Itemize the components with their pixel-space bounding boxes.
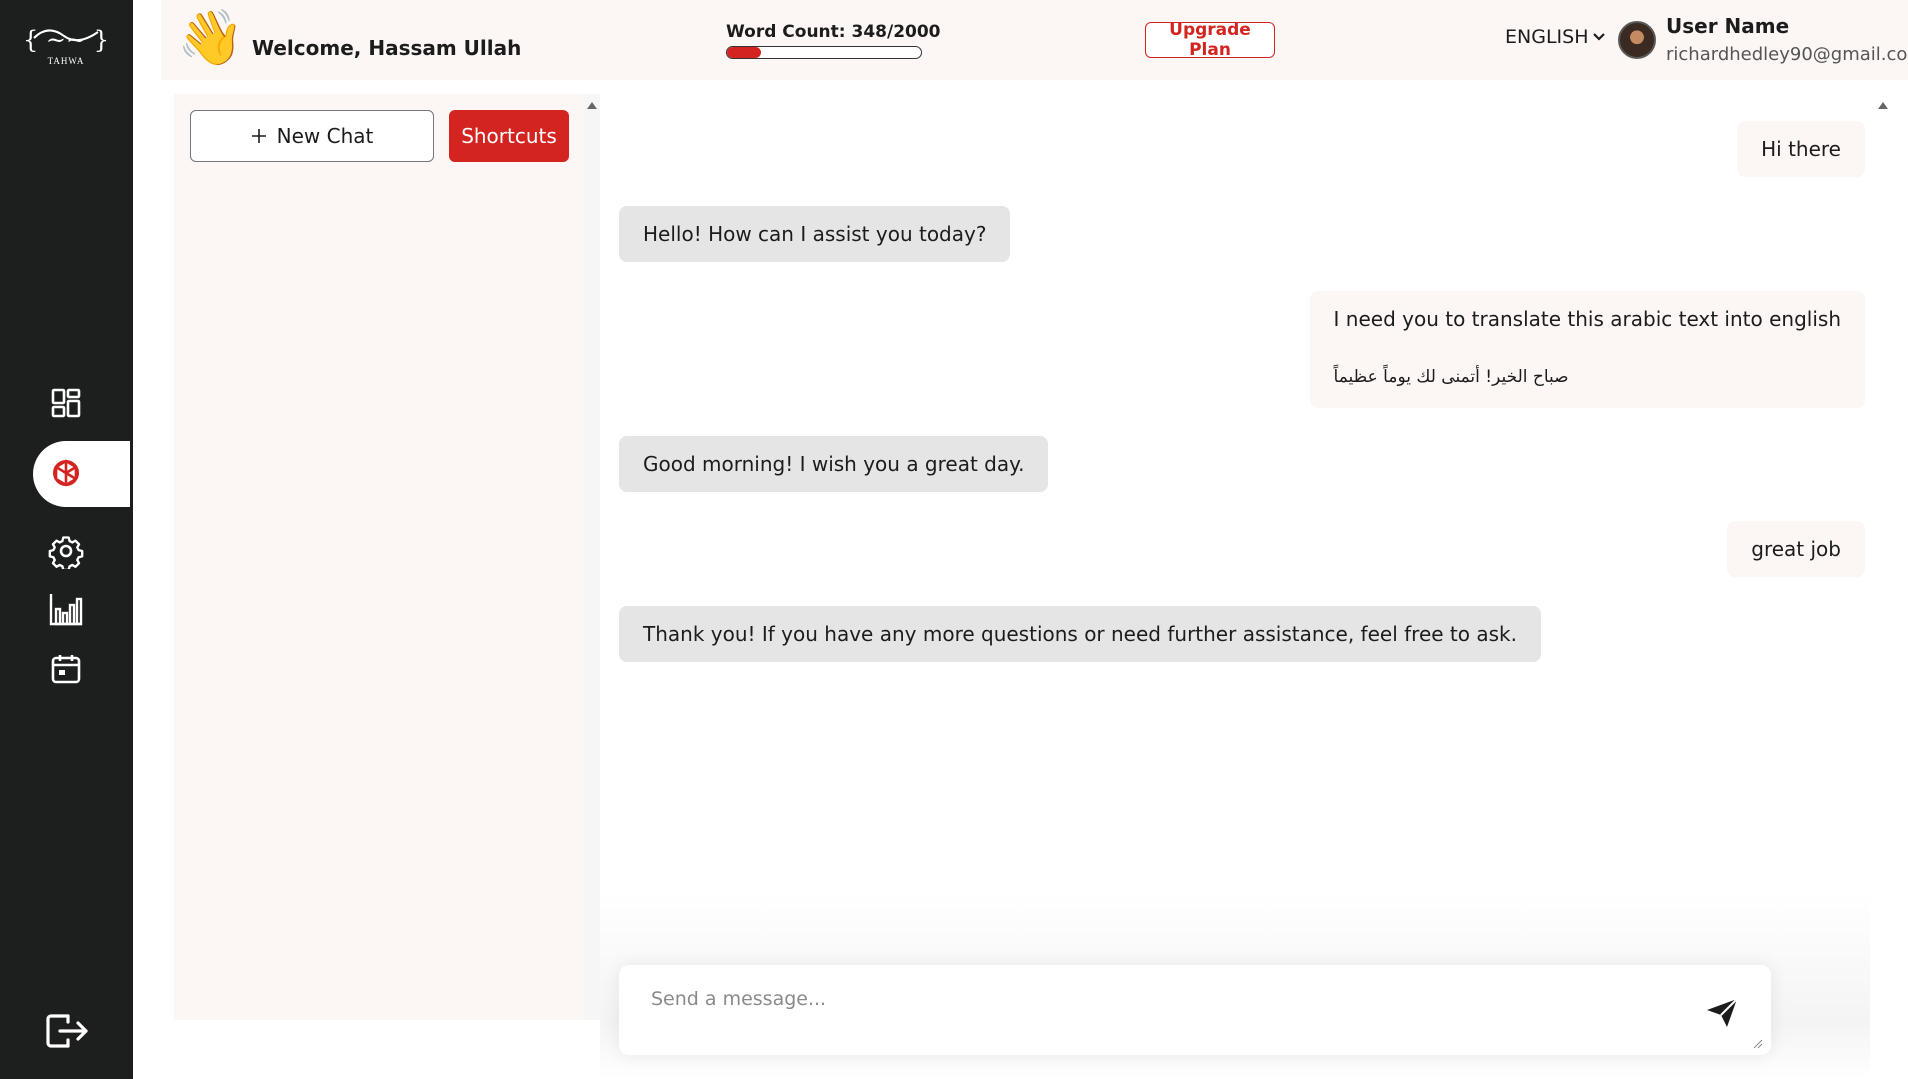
messages-scroll-up-icon[interactable] (1878, 102, 1888, 109)
welcome-text: Welcome, Hassam Ullah (252, 36, 522, 60)
language-select[interactable]: ENGLISH (1505, 26, 1606, 48)
chat-history-panel: New Chat Shortcuts (174, 94, 584, 1020)
user-avatar[interactable] (1618, 21, 1656, 59)
message-text: great job (1751, 537, 1841, 561)
message-input[interactable] (649, 979, 1689, 1019)
message-text: I need you to translate this arabic text… (1333, 307, 1841, 331)
user-message: Hi there (1737, 121, 1865, 177)
top-header: 👋 Welcome, Hassam Ullah Word Count: 348/… (161, 0, 1908, 80)
nav-chat[interactable] (44, 452, 88, 496)
word-count-progress-fill (727, 47, 761, 58)
shortcuts-button[interactable]: Shortcuts (449, 110, 569, 162)
new-chat-button[interactable]: New Chat (190, 110, 434, 162)
message-text: Thank you! If you have any more question… (643, 622, 1517, 646)
chevron-down-icon (1593, 33, 1606, 41)
dashboard-grid-icon (51, 388, 81, 418)
word-count-progress-bar (726, 46, 922, 59)
message-text: Hello! How can I assist you today? (643, 222, 987, 246)
language-label: ENGLISH (1505, 26, 1589, 48)
plus-icon (251, 129, 266, 143)
user-email: richardhedley90@gmail.com (1666, 44, 1908, 65)
logout-button[interactable] (42, 1008, 92, 1054)
upgrade-plan-button[interactable]: Upgrade Plan (1145, 20, 1275, 60)
logout-icon (46, 1014, 88, 1048)
user-message: great job (1727, 521, 1865, 577)
logo-text: TAHWA (47, 56, 85, 66)
nav-analytics[interactable] (44, 587, 88, 631)
send-button[interactable] (1702, 995, 1742, 1031)
message-arabic-text: صباح الخير! أتمنى لك يوماً عظيماً (1333, 367, 1569, 387)
gear-icon (48, 536, 84, 569)
nav-dashboard[interactable] (44, 381, 88, 425)
sidebar: { ~~ } TAHWA (0, 0, 133, 1079)
app-logo[interactable]: { ~~ } TAHWA (20, 20, 112, 70)
bot-message: Good morning! I wish you a great day. (619, 436, 1049, 492)
nav-calendar[interactable] (44, 647, 88, 691)
logo-mark-icon: { ~~ } (23, 26, 109, 54)
new-chat-label: New Chat (276, 124, 374, 148)
message-text: Good morning! I wish you a great day. (643, 452, 1025, 476)
nav-settings[interactable] (44, 529, 88, 573)
user-name: User Name (1666, 14, 1790, 38)
calendar-icon (51, 655, 81, 684)
waving-hand-icon: 👋 (177, 6, 245, 69)
message-text: Hi there (1761, 137, 1841, 161)
bot-message: Hello! How can I assist you today? (619, 206, 1011, 262)
openai-logo-icon (53, 459, 79, 487)
svg-text:{ ~~ }: { ~~ } (23, 26, 109, 54)
word-count-label: Word Count: 348/2000 (726, 22, 941, 42)
panel-divider (584, 94, 600, 1020)
send-icon (1707, 998, 1738, 1027)
messages-scrollbar[interactable] (1878, 94, 1908, 1020)
chats-scroll-up-icon[interactable] (587, 102, 597, 109)
bar-chart-icon (49, 594, 83, 626)
user-message: I need you to translate this arabic text… (1309, 291, 1865, 408)
bot-message: Thank you! If you have any more question… (619, 606, 1541, 662)
message-composer (619, 965, 1771, 1055)
resize-handle-icon[interactable] (1753, 1039, 1763, 1049)
